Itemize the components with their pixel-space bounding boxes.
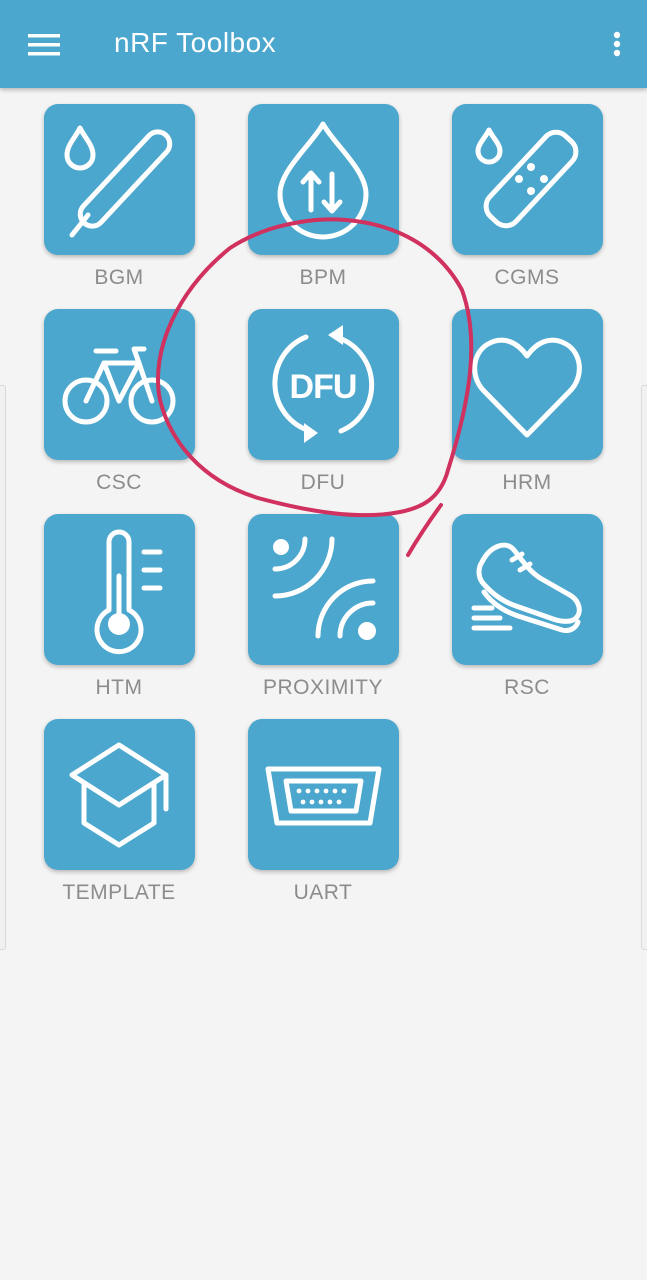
dfu-icon-text: DFU [290,368,357,406]
proximity-signal-icon [272,536,376,640]
app-tile-cgms[interactable] [452,104,603,255]
app-tile-htm[interactable] [44,514,195,665]
app-tile-dfu[interactable]: DFU [248,309,399,460]
app-tile-proximity[interactable] [248,514,399,665]
app-label-hrm: HRM [502,471,552,494]
blood-pressure-drop-icon [277,121,369,240]
app-label-rsc: RSC [504,676,550,699]
app-label-bgm: BGM [94,266,144,289]
graduation-cap-icon [69,742,169,848]
app-tile-hrm[interactable] [452,309,603,460]
app-label-csc: CSC [96,471,142,494]
dfu-icon: DFU [272,325,375,443]
serial-port-icon [265,766,382,826]
app-tile-bgm[interactable] [44,104,195,255]
app-label-htm: HTM [95,676,143,699]
more-vert-icon[interactable] [605,26,629,62]
left-edge-handle [0,385,6,950]
app-label-template: TEMPLATE [62,881,176,904]
glucose-meter-icon [64,125,173,238]
hamburger-menu-icon[interactable] [22,26,66,62]
app-label-cgms: CGMS [494,266,560,289]
app-label-bpm: BPM [299,266,347,289]
running-shoe-icon [471,542,582,633]
glucose-patch-icon [475,127,579,229]
right-edge-handle [641,385,647,950]
app-title: nRF Toolbox [114,27,277,58]
app-tile-template[interactable] [44,719,195,870]
app-tile-bpm[interactable] [248,104,399,255]
app-label-dfu: DFU [300,471,346,494]
heart-icon [472,337,582,438]
app-tile-rsc[interactable] [452,514,603,665]
thermometer-icon [94,529,163,655]
app-label-uart: UART [293,881,353,904]
app-tile-uart[interactable] [248,719,399,870]
bicycle-icon [62,346,176,425]
app-label-proximity: PROXIMITY [262,676,383,699]
app-bar: nRF Toolbox [0,0,647,88]
app-tile-csc[interactable] [44,309,195,460]
